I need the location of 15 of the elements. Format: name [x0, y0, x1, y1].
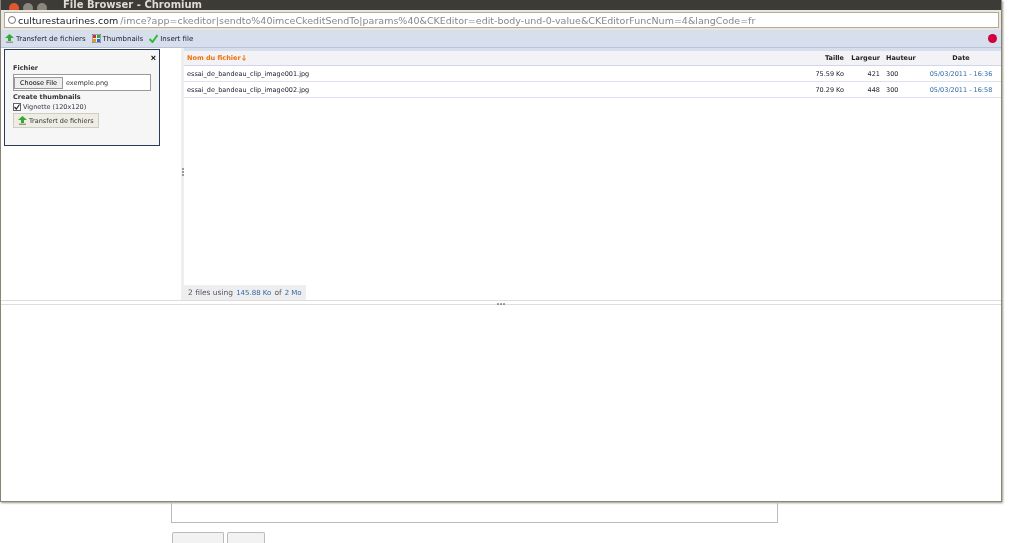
- sort-arrow-icon: [241, 55, 246, 61]
- address-bar[interactable]: culturestaurines.com /imce?app=ckeditor|sendto%40imceCkeditSendTo|params%40&CKEditor=edit-body-und-0-value&CKEditorFuncNum=4&langCode=fr: [4, 12, 999, 28]
- checkbox[interactable]: [13, 103, 21, 111]
- url-host: culturestaurines.com: [18, 14, 119, 26]
- page-button[interactable]: [172, 532, 224, 543]
- page-button[interactable]: [227, 532, 265, 543]
- upload-icon: [18, 116, 27, 125]
- upload-icon: [5, 34, 14, 43]
- globe-icon: [8, 16, 16, 24]
- resize-handle[interactable]: [182, 168, 184, 176]
- checkmark-icon: [149, 34, 159, 43]
- window-title: File Browser - Chromium: [63, 0, 203, 10]
- close-button[interactable]: ×: [150, 54, 156, 62]
- url-path: /imce?app=ckeditor|sendto%40imceCkeditSendTo|params%40&CKEditor=edit-body-und-0-value&CKEditorFuncNum=4&langCode=fr: [120, 14, 756, 26]
- grid-icon: [91, 34, 101, 43]
